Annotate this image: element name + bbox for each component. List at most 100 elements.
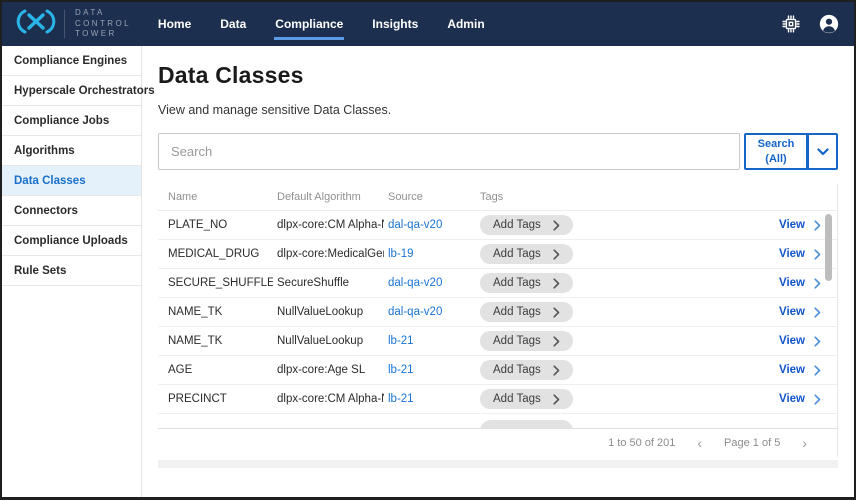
nav-item[interactable]: Insights	[371, 11, 419, 40]
horizontal-scrollbar-track[interactable]	[158, 460, 838, 468]
add-tags-button[interactable]: Add Tags	[480, 273, 573, 293]
cell-source-link[interactable]: lb-21	[388, 335, 476, 347]
sidebar-item[interactable]: Connectors	[2, 196, 141, 226]
search-scope-dropdown-button[interactable]	[808, 133, 838, 170]
cell-tags: Add Tags	[480, 331, 713, 351]
add-tags-label: Add Tags	[493, 248, 541, 260]
search-button-line2: (All)	[765, 153, 786, 165]
sidebar-item[interactable]: Compliance Jobs	[2, 106, 141, 136]
cell-source-link[interactable]: lb-21	[388, 364, 476, 376]
delphix-x-logo-icon	[16, 8, 56, 40]
cell-source-link[interactable]: dal-qa-v20	[388, 219, 476, 231]
view-link[interactable]: View	[779, 306, 805, 318]
cell-source-link[interactable]: dal-qa-v20	[388, 306, 476, 318]
search-bar: Search (All)	[158, 133, 838, 170]
view-link[interactable]: View	[779, 335, 805, 347]
nav-item[interactable]: Home	[157, 11, 192, 40]
cell-default-algorithm: dlpx-core:CM Alpha-Numeric	[277, 393, 384, 405]
cell-name: MEDICAL_DRUG	[168, 248, 273, 260]
cell-source-link[interactable]: dal-qa-v20	[388, 277, 476, 289]
pagination-page-info: Page 1 of 5	[724, 437, 780, 449]
table-row: NAME_TK NullValueLookup lb-21 Add Tags	[158, 327, 837, 356]
view-link[interactable]: View	[779, 393, 805, 405]
cell-default-algorithm: NullValueLookup	[277, 335, 384, 347]
top-navigation-bar: DATA CONTROL TOWER Home Data Compliance …	[2, 2, 854, 46]
main-nav: Home Data Compliance Insights Admin	[157, 11, 486, 37]
search-input[interactable]	[158, 133, 740, 170]
sidebar-item-label: Rule Sets	[14, 265, 66, 277]
add-tags-button[interactable]: Add Tags	[480, 331, 573, 351]
previous-page-icon[interactable]: ‹	[695, 436, 704, 450]
add-tags-label: Add Tags	[493, 219, 541, 231]
account-avatar-icon[interactable]	[818, 13, 840, 35]
cell-tags: Add Tags	[480, 302, 713, 322]
chevron-right-icon	[814, 336, 821, 347]
pagination-bar: 1 to 50 of 201 ‹ Page 1 of 5 ›	[158, 428, 837, 457]
column-header-name: Name	[168, 191, 273, 203]
cell-source-link[interactable]: lb-19	[388, 248, 476, 260]
sidebar-item[interactable]: Algorithms	[2, 136, 141, 166]
cell-default-algorithm: NullValueLookup	[277, 306, 384, 318]
table-rows-region: PLATE_NO dlpx-core:CM Alpha-Numeric dal-…	[158, 211, 837, 428]
view-link[interactable]: View	[779, 277, 805, 289]
cell-name: AGE	[168, 364, 273, 376]
data-classes-table: Name Default Algorithm Source Tags PLATE…	[158, 184, 838, 457]
chevron-right-icon	[814, 220, 821, 231]
sidebar-item[interactable]: Compliance Engines	[2, 46, 141, 76]
app-window: DATA CONTROL TOWER Home Data Compliance …	[0, 0, 856, 500]
add-tags-label: Add Tags	[493, 364, 541, 376]
table-row: AGE dlpx-core:Age SL lb-21 Add Tags	[158, 356, 837, 385]
sidebar-item[interactable]: Rule Sets	[2, 256, 141, 286]
table-header-row: Name Default Algorithm Source Tags	[158, 184, 837, 211]
cell-view: View	[717, 248, 821, 260]
view-link[interactable]: View	[779, 219, 805, 231]
chevron-right-icon	[553, 336, 560, 347]
cell-default-algorithm: dlpx-core:CM Alpha-Numeric	[277, 219, 384, 231]
cell-view: View	[717, 219, 821, 231]
sidebar-item-label: Compliance Uploads	[14, 235, 128, 247]
add-tags-button[interactable]: Add Tags	[480, 244, 573, 264]
nav-item[interactable]: Data	[219, 11, 247, 40]
add-tags-button[interactable]: Add Tags	[480, 389, 573, 409]
chevron-right-icon	[553, 220, 560, 231]
sidebar-item[interactable]: Hyperscale Orchestrators	[2, 76, 141, 106]
table-row: NAME_TK NullValueLookup dal-qa-v20 Add T…	[158, 298, 837, 327]
brand-logo: DATA CONTROL TOWER	[16, 8, 131, 40]
sidebar-item[interactable]: Data Classes	[2, 166, 141, 196]
table-vertical-scrollbar[interactable]	[825, 214, 832, 281]
page-title: Data Classes	[158, 62, 838, 89]
topbar-actions	[780, 13, 840, 35]
cell-default-algorithm: SecureShuffle	[277, 277, 384, 289]
nav-item[interactable]: Admin	[446, 11, 485, 40]
search-button-group: Search (All)	[744, 133, 838, 170]
cell-name: NAME_TK	[168, 306, 273, 318]
cell-view: View	[717, 277, 821, 289]
chevron-right-icon	[553, 249, 560, 260]
chevron-right-icon	[814, 278, 821, 289]
chip-icon[interactable]	[780, 13, 802, 35]
next-page-icon[interactable]: ›	[800, 436, 809, 450]
cell-name: NAME_TK	[168, 335, 273, 347]
chevron-right-icon	[814, 307, 821, 318]
add-tags-button[interactable]: Add Tags	[480, 302, 573, 322]
nav-item[interactable]: Compliance	[274, 11, 344, 40]
cell-tags: Add Tags	[480, 244, 713, 264]
view-link[interactable]: View	[779, 248, 805, 260]
chevron-right-icon	[553, 394, 560, 405]
sidebar-item-label: Algorithms	[14, 145, 75, 157]
add-tags-button-partial[interactable]	[480, 420, 573, 428]
add-tags-button[interactable]: Add Tags	[480, 215, 573, 235]
sidebar-item[interactable]: Compliance Uploads	[2, 226, 141, 256]
cell-source-link[interactable]: lb-21	[388, 393, 476, 405]
chevron-right-icon	[814, 365, 821, 376]
table-row: MEDICAL_DRUG dlpx-core:MedicalGenericDru…	[158, 240, 837, 269]
view-link[interactable]: View	[779, 364, 805, 376]
table-row: SECURE_SHUFFLE SecureShuffle dal-qa-v20 …	[158, 269, 837, 298]
table-row: PLATE_NO dlpx-core:CM Alpha-Numeric dal-…	[158, 211, 837, 240]
add-tags-button[interactable]: Add Tags	[480, 360, 573, 380]
search-all-button[interactable]: Search (All)	[744, 133, 808, 170]
column-header-source: Source	[388, 191, 476, 203]
cell-name: SECURE_SHUFFLE	[168, 277, 273, 289]
cell-default-algorithm: dlpx-core:MedicalGenericDrug ..	[277, 248, 384, 260]
cell-tags: Add Tags	[480, 389, 713, 409]
